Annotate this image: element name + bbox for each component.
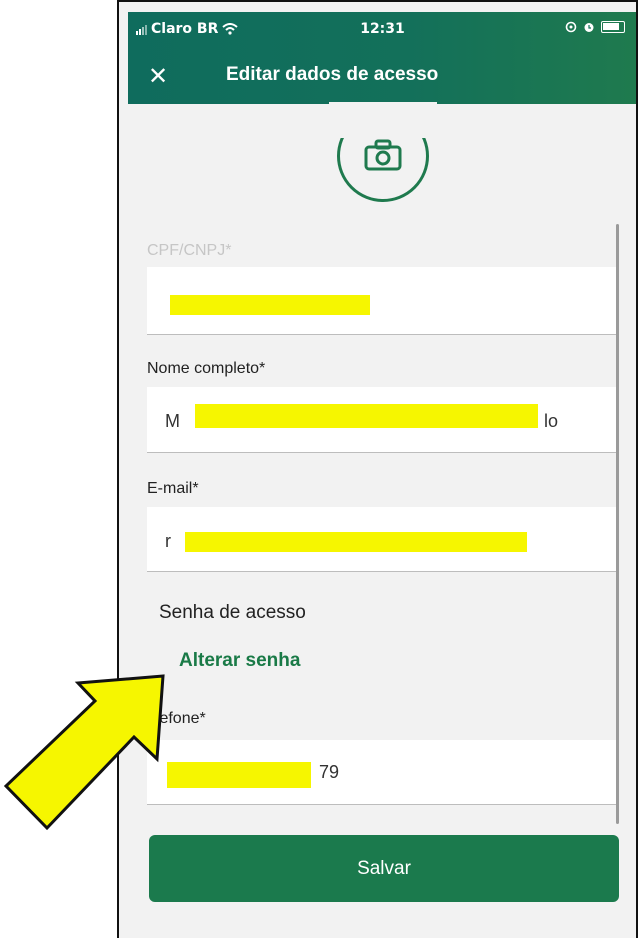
annotation-arrow-icon — [3, 674, 165, 831]
